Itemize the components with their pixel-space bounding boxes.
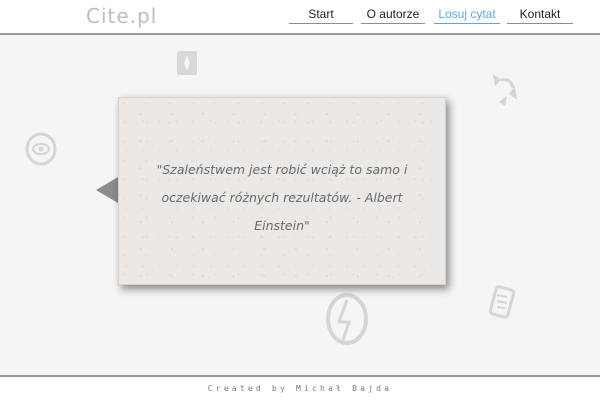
scroll-icon — [488, 285, 516, 319]
eye-icon — [25, 132, 57, 166]
compass-icon — [177, 51, 197, 75]
quote-pointer — [96, 177, 118, 203]
recycle-icon — [493, 74, 517, 106]
nav-losuj-cytat[interactable]: Losuj cytat — [434, 7, 500, 24]
globe-icon — [326, 293, 368, 345]
main-nav: Start O autorze Losuj cytat Kontakt — [0, 7, 600, 27]
nav-start[interactable]: Start — [289, 7, 353, 24]
quote-text: "Szaleństwem jest robić wciąż to samo i … — [156, 162, 408, 233]
nav-o-autorze[interactable]: O autorze — [361, 7, 425, 24]
nav-kontakt[interactable]: Kontakt — [507, 7, 573, 24]
site-footer: Created by Michał Bajda — [0, 375, 600, 402]
site-header: Cite.pl Start O autorze Losuj cytat Kont… — [0, 0, 600, 35]
quote-card: "Szaleństwem jest robić wciąż to samo i … — [118, 97, 446, 285]
footer-credit: Created by Michał Bajda — [207, 384, 393, 393]
